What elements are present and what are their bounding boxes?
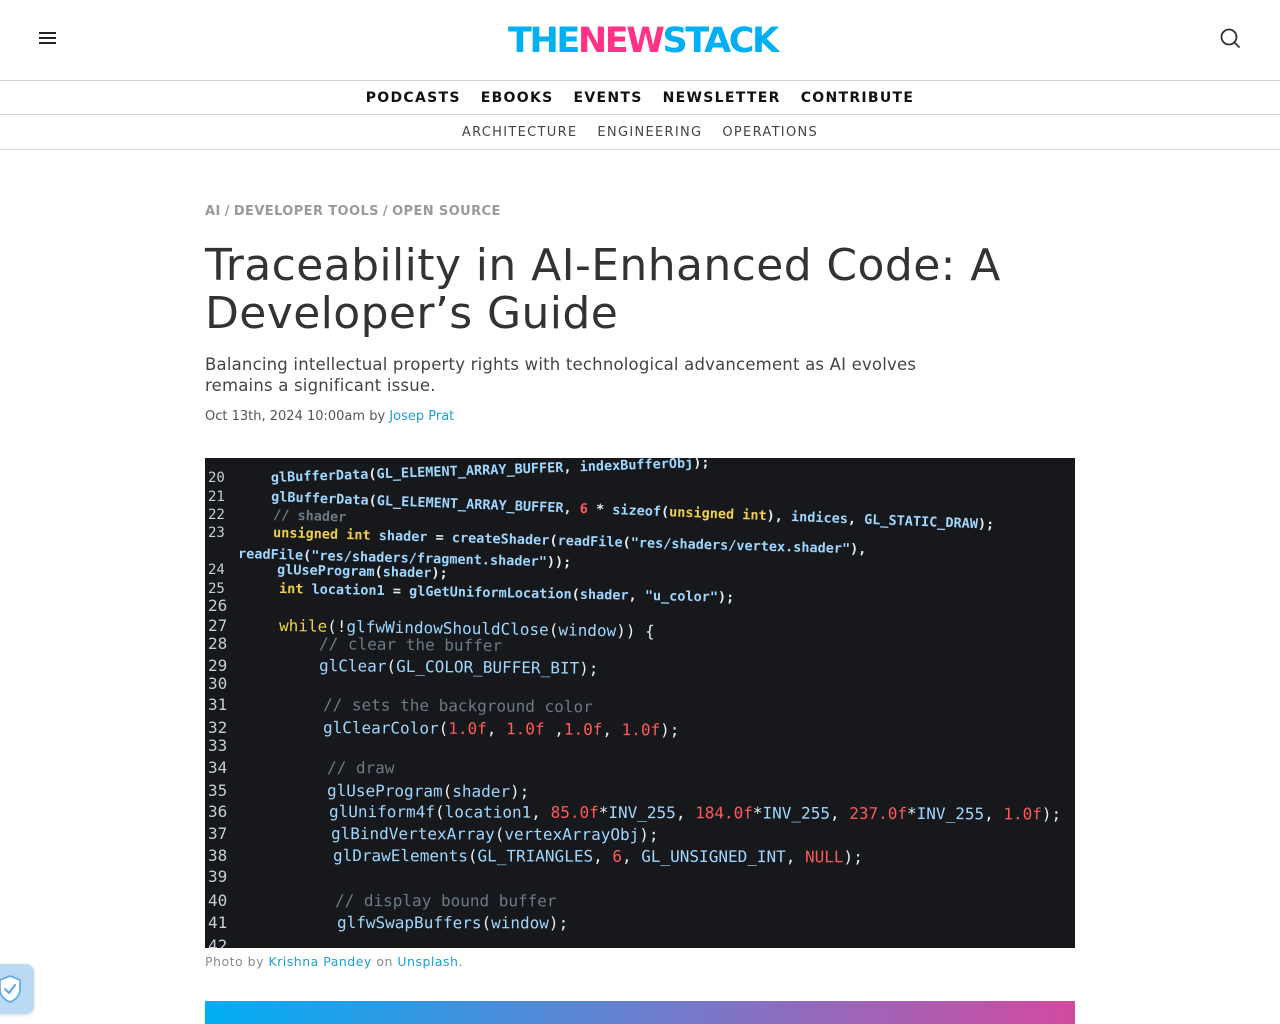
author-link[interactable]: Josep Prat — [389, 409, 454, 424]
nav-operations[interactable]: OPERATIONS — [722, 125, 818, 140]
secondary-nav: ARCHITECTURE ENGINEERING OPERATIONS — [0, 115, 1280, 150]
code-line: glUniform4f(location1, 85.0f*INV_255, 18… — [329, 802, 1061, 824]
code-line: glClearColor(1.0f, 1.0f ,1.0f, 1.0f); — [323, 718, 680, 739]
article-date: Oct 13th, 2024 10:00am — [205, 409, 366, 424]
article-byline: Oct 13th, 2024 10:00am by Josep Prat — [205, 409, 454, 424]
search-icon[interactable] — [1218, 26, 1242, 50]
code-line-number: 24 — [208, 562, 225, 578]
byline-by: by — [369, 409, 386, 424]
code-line-number: 20 — [208, 470, 225, 486]
code-line: int location1 = glGetUniformLocation(sha… — [279, 581, 734, 606]
photographer-link[interactable]: Krishna Pandey — [268, 954, 371, 969]
image-caption: Photo by Krishna Pandey on Unsplash. — [205, 954, 463, 969]
code-line-number: 38 — [208, 846, 227, 865]
logo-part-the: THE — [508, 21, 580, 61]
site-logo[interactable]: THE NEW STACK — [508, 21, 779, 61]
code-line-number: 21 — [208, 489, 225, 505]
caption-on: on — [376, 954, 393, 969]
code-line-number: 42 — [208, 936, 227, 948]
code-line: glBufferData(GL_ELEMENT_ARRAY_BUFFER, in… — [271, 458, 710, 486]
nav-ebooks[interactable]: EBOOKS — [481, 90, 554, 106]
code-line-number: 22 — [208, 507, 225, 523]
code-line: // display bound buffer — [335, 891, 557, 910]
caption-suffix: . — [458, 954, 463, 969]
code-line-number: 36 — [208, 802, 227, 821]
article-categories: AI / DEVELOPER TOOLS / OPEN SOURCE — [205, 204, 501, 219]
nav-events[interactable]: EVENTS — [574, 90, 643, 106]
nav-contribute[interactable]: CONTRIBUTE — [801, 90, 915, 106]
code-line-number: 31 — [208, 695, 227, 714]
code-line-number: 39 — [208, 867, 227, 886]
code-line-number: 27 — [208, 616, 227, 635]
code-line: glUseProgram(shader); — [277, 562, 448, 582]
code-line-number: 23 — [208, 525, 225, 541]
caption-prefix: Photo by — [205, 954, 264, 969]
code-line-number: 35 — [208, 781, 227, 800]
code-line: glBufferData(GL_ELEMENT_ARRAY_BUFFER, 6 … — [271, 489, 995, 533]
logo-part-stack: STACK — [662, 21, 780, 61]
code-line-number: 32 — [208, 718, 227, 737]
code-line-number: 26 — [208, 596, 227, 615]
code-line-number: 40 — [208, 891, 227, 910]
code-line-number: 25 — [208, 581, 225, 597]
code-line-number: 34 — [208, 758, 227, 777]
code-line: // clear the buffer — [319, 634, 503, 655]
code-line: glfwSwapBuffers(window); — [337, 913, 568, 932]
unsplash-link[interactable]: Unsplash — [397, 954, 458, 969]
gradient-banner — [205, 1001, 1075, 1024]
code-line: glDrawElements(GL_TRIANGLES, 6, GL_UNSIG… — [333, 846, 863, 866]
code-line-number: 29 — [208, 656, 227, 675]
nav-podcasts[interactable]: PODCASTS — [366, 90, 461, 106]
primary-nav: PODCASTS EBOOKS EVENTS NEWSLETTER CONTRI… — [0, 81, 1280, 115]
nav-newsletter[interactable]: NEWSLETTER — [663, 90, 781, 106]
nav-engineering[interactable]: ENGINEERING — [597, 125, 702, 140]
shield-check-icon[interactable] — [0, 964, 34, 1014]
hamburger-menu-icon[interactable] — [36, 26, 60, 50]
code-line: glBindVertexArray(vertexArrayObj); — [331, 824, 659, 844]
category-ai[interactable]: AI — [205, 204, 221, 219]
article-subtitle: Balancing intellectual property rights w… — [205, 355, 917, 395]
code-line-number: 33 — [208, 736, 227, 755]
code-line-number: 41 — [208, 913, 227, 932]
hero-image: 20 glBufferData(GL_ELEMENT_ARRAY_BUFFER, … — [205, 458, 1075, 948]
article-title: Traceability in AI-Enhanced Code: A Deve… — [205, 240, 1001, 339]
logo-part-new: NEW — [577, 21, 665, 61]
category-separator: / — [224, 204, 230, 219]
category-developer-tools[interactable]: DEVELOPER TOOLS — [234, 204, 379, 219]
code-line-number: 30 — [208, 674, 227, 693]
category-open-source[interactable]: OPEN SOURCE — [392, 204, 501, 219]
code-line: // sets the background color — [323, 695, 593, 716]
code-line-number: 28 — [208, 634, 227, 653]
nav-architecture[interactable]: ARCHITECTURE — [462, 125, 578, 140]
site-header: THE NEW STACK — [0, 0, 1280, 81]
code-line: glClear(GL_COLOR_BUFFER_BIT); — [319, 656, 599, 678]
code-image-canvas: 20 glBufferData(GL_ELEMENT_ARRAY_BUFFER, … — [208, 458, 1061, 948]
code-line: // shader — [273, 507, 347, 526]
category-separator: / — [382, 204, 389, 219]
code-line: // draw — [327, 758, 395, 777]
code-line-number: 37 — [208, 824, 227, 843]
code-line: glUseProgram(shader); — [327, 781, 529, 801]
